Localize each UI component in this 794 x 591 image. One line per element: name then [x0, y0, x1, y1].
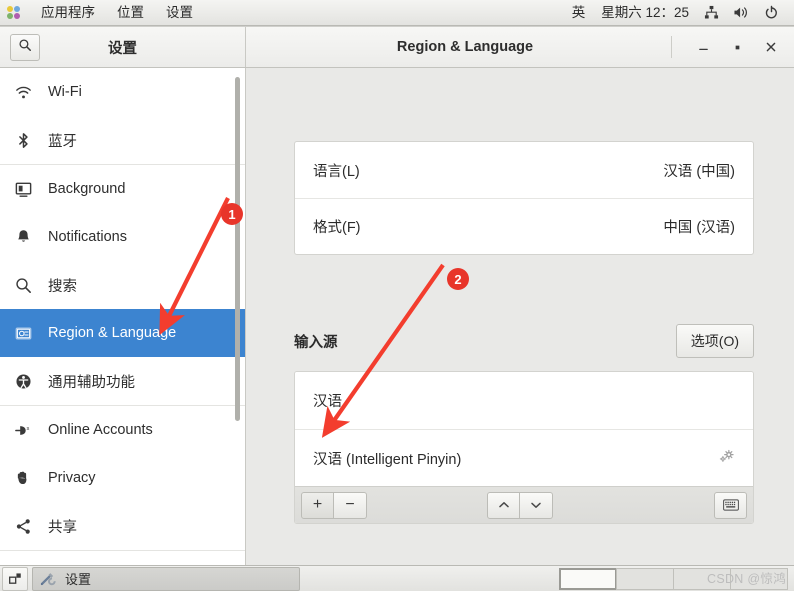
move-down-button[interactable]: [520, 491, 553, 519]
sidebar-item-notifications[interactable]: Notifications: [0, 213, 245, 261]
main-content: 语言(L) 汉语 (中国) 格式(F) 中国 (汉语) 输入源 选项(O) 汉语…: [246, 68, 794, 565]
format-value: 中国 (汉语): [663, 220, 735, 236]
keyboard-icon[interactable]: [714, 491, 747, 519]
sidebar-group-3: s Online Accounts Privacy 共享: [0, 406, 245, 551]
add-input-source-button[interactable]: +: [301, 491, 334, 519]
taskbar-window-label: 设置: [65, 572, 92, 587]
sidebar-item-label: Wi-Fi: [48, 84, 82, 100]
sidebar-item-label: 搜索: [48, 278, 77, 295]
input-source-row[interactable]: 汉语: [295, 372, 753, 429]
wifi-icon: [14, 83, 44, 102]
settings-tools-icon: [39, 570, 59, 588]
window-controls: [671, 27, 788, 67]
input-method-indicator[interactable]: 英: [564, 0, 594, 25]
format-row[interactable]: 格式(F) 中国 (汉语): [295, 198, 753, 254]
move-up-button[interactable]: [487, 491, 520, 519]
accessibility-icon: [14, 372, 44, 391]
volume-icon[interactable]: [726, 0, 757, 25]
panel-status-area: 英 星期六 12：25: [564, 0, 786, 25]
input-source-label: 汉语 (Intelligent Pinyin): [313, 451, 462, 468]
share-icon: [14, 517, 44, 536]
top-panel: 应用程序 位置 设置 英 星期六 12：25: [0, 0, 794, 26]
panel-menu-applications[interactable]: 应用程序: [30, 0, 106, 25]
maximize-button[interactable]: [720, 32, 754, 62]
window-body: Wi-Fi 蓝牙 Background Notifications 搜索 Reg…: [0, 68, 794, 565]
add-remove-group: + −: [301, 491, 367, 519]
online-accounts-icon: s: [14, 421, 44, 440]
bell-icon: [14, 228, 44, 247]
page-title: Region & Language: [396, 39, 534, 55]
remove-input-source-button[interactable]: −: [334, 491, 367, 519]
network-icon[interactable]: [697, 0, 726, 25]
keyboard-preview-group: [714, 491, 747, 519]
input-sources-header: 输入源 选项(O): [294, 324, 754, 358]
gear-icon[interactable]: [718, 448, 735, 469]
sidebar-item-label: 蓝牙: [48, 133, 77, 150]
workspace-2[interactable]: [616, 567, 674, 590]
sidebar-item-online-accounts[interactable]: s Online Accounts: [0, 406, 245, 454]
panel-menu-settings[interactable]: 设置: [155, 0, 204, 25]
sidebar-item-label: 通用辅助功能: [48, 374, 135, 391]
window-headerbar: 设置 Region & Language: [0, 27, 794, 68]
region-language-icon: [14, 324, 44, 343]
screen: 应用程序 位置 设置 英 星期六 12：25 设置 Region & Langu…: [0, 0, 794, 591]
input-sources-toolbar: + −: [295, 486, 753, 523]
sidebar-item-accessibility[interactable]: 通用辅助功能: [0, 357, 245, 405]
format-label: 格式(F): [313, 220, 361, 236]
sidebar-group-1: Wi-Fi 蓝牙: [0, 68, 245, 165]
sidebar-item-label: Online Accounts: [48, 422, 153, 438]
sidebar-item-region-language[interactable]: Region & Language: [0, 309, 245, 357]
language-row[interactable]: 语言(L) 汉语 (中国): [295, 142, 753, 198]
minimize-button[interactable]: [686, 32, 720, 62]
sidebar-item-search[interactable]: 搜索: [0, 261, 245, 309]
language-value: 汉语 (中国): [663, 163, 735, 180]
gnome-foot-icon[interactable]: [7, 5, 21, 20]
search-icon: [18, 38, 32, 57]
svg-text:s: s: [27, 425, 30, 431]
sidebar-item-label: 共享: [48, 519, 77, 536]
sidebar-item-label: Notifications: [48, 229, 127, 245]
sidebar-item-background[interactable]: Background: [0, 165, 245, 213]
watermark: CSDN @惊鸿: [707, 572, 786, 586]
search-button[interactable]: [10, 33, 40, 61]
panel-menu-places[interactable]: 位置: [106, 0, 155, 25]
power-icon[interactable]: [757, 0, 786, 25]
options-button[interactable]: 选项(O): [675, 324, 754, 358]
search-icon: [14, 276, 44, 295]
language-label: 语言(L): [313, 163, 360, 180]
sidebar-item-label: Background: [48, 181, 126, 197]
sidebar-headerbar: 设置: [0, 27, 246, 67]
privacy-hand-icon: [14, 469, 44, 488]
input-sources-card: 汉语 汉语 (Intelligent Pinyin) + −: [294, 371, 754, 524]
settings-sidebar: Wi-Fi 蓝牙 Background Notifications 搜索 Reg…: [0, 68, 246, 565]
annotation-badge-1: 1: [221, 203, 243, 225]
bluetooth-icon: [14, 131, 44, 150]
clock[interactable]: 星期六 12：25: [593, 0, 697, 25]
sidebar-item-privacy[interactable]: Privacy: [0, 454, 245, 502]
workspace-1[interactable]: [559, 567, 617, 590]
sidebar-item-label: Region & Language: [48, 325, 177, 341]
sidebar-item-bluetooth[interactable]: 蓝牙: [0, 116, 245, 164]
sidebar-scrollbar[interactable]: [235, 77, 240, 421]
close-button[interactable]: [754, 32, 788, 62]
background-icon: [14, 180, 44, 199]
annotation-badge-2: 2: [447, 268, 469, 290]
settings-window: 设置 Region & Language Wi-Fi 蓝牙 Background…: [0, 26, 794, 565]
reorder-group: [487, 491, 553, 519]
taskbar: 设置 CSDN @惊鸿: [0, 565, 794, 591]
language-card: 语言(L) 汉语 (中国) 格式(F) 中国 (汉语): [294, 141, 754, 255]
headerbar-separator: [671, 36, 672, 58]
input-sources-title: 输入源: [294, 334, 338, 351]
main-headerbar: Region & Language: [246, 27, 794, 67]
input-source-label: 汉语: [313, 394, 342, 410]
taskbar-window-settings[interactable]: 设置: [32, 566, 300, 591]
sidebar-item-sharing[interactable]: 共享: [0, 502, 245, 550]
sidebar-item-wifi[interactable]: Wi-Fi: [0, 68, 245, 116]
show-desktop-icon[interactable]: [2, 566, 28, 591]
input-source-row[interactable]: 汉语 (Intelligent Pinyin): [295, 429, 753, 486]
sidebar-group-2: Background Notifications 搜索 Region & Lan…: [0, 165, 245, 406]
sidebar-item-label: Privacy: [48, 470, 96, 486]
